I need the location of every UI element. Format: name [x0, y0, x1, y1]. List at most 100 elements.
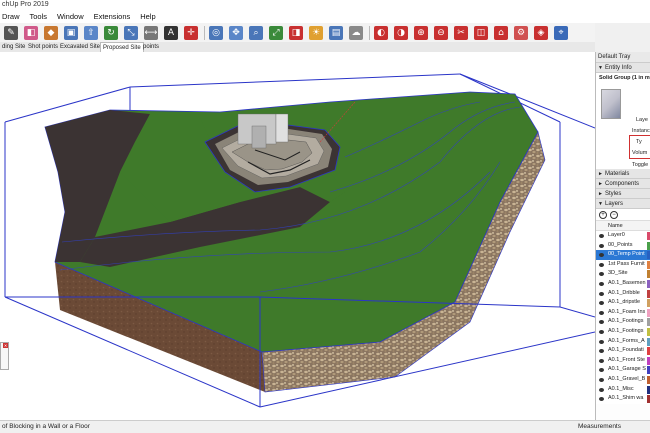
tab-scene-5[interactable]: points	[141, 42, 161, 52]
warehouse-icon[interactable]: ⌂	[494, 26, 508, 40]
layer-name: 00_Points	[608, 241, 633, 248]
layers-list: Layer0 00_Points 00_Temp Point 1st Pass Fur…	[596, 231, 650, 404]
zoom-icon[interactable]: ⌕	[249, 26, 263, 40]
close-icon[interactable]: ✕	[3, 343, 8, 348]
layer-row[interactable]: A0.1_dripstle	[596, 298, 650, 308]
subtract-icon[interactable]: ⊖	[434, 26, 448, 40]
menu-tools[interactable]: Tools	[29, 10, 47, 23]
layer-row[interactable]: A0.1_Gravel_B	[596, 374, 650, 385]
visibility-eye-icon[interactable]	[599, 272, 604, 277]
tab-scene-3[interactable]: Excavated Site	[58, 42, 102, 52]
layer-row[interactable]: A0.1_Foam Ins	[596, 307, 650, 318]
layer-row[interactable]: A0.1_Foundati	[596, 346, 650, 356]
outer-shell-icon[interactable]: ◐	[374, 26, 388, 40]
material-thumbnail[interactable]	[601, 89, 621, 119]
tab-scene-1[interactable]: ding Site	[0, 42, 27, 52]
split-icon[interactable]: ◫	[474, 26, 488, 40]
section-entity-info[interactable]: ▼ Entity Info	[596, 63, 650, 73]
menu-extensions[interactable]: Extensions	[94, 10, 131, 23]
tape-icon[interactable]: ⟷	[144, 26, 158, 40]
push-pull-icon[interactable]: ⇧	[84, 26, 98, 40]
eraser-icon[interactable]: ◧	[24, 26, 38, 40]
layer-row[interactable]: A0.1_Misc	[596, 384, 650, 395]
layer-name: A0.1_Garage S	[608, 366, 646, 373]
section-materials[interactable]: ► Materials	[596, 169, 650, 179]
menu-help[interactable]: Help	[140, 10, 155, 23]
pencil-icon[interactable]: ✎	[4, 26, 18, 40]
visibility-eye-icon[interactable]	[599, 234, 604, 238]
paint-icon[interactable]: ◆	[44, 26, 58, 40]
tab-scene-2[interactable]: Shot points	[26, 42, 60, 52]
section-layers[interactable]: ▼ Layers	[596, 199, 650, 209]
fog-icon[interactable]: ☁	[349, 26, 363, 40]
measurements-box[interactable]: Measurements	[572, 420, 650, 433]
layer-name: A0.1_Shim wa	[608, 395, 644, 402]
visibility-eye-icon[interactable]	[599, 262, 604, 267]
toolbar-separator	[369, 26, 370, 40]
visibility-eye-icon[interactable]	[599, 243, 604, 248]
rotate-icon[interactable]: ↻	[104, 26, 118, 40]
visibility-eye-icon[interactable]	[599, 329, 604, 334]
orbit-icon[interactable]: ◎	[209, 26, 223, 40]
layer-row[interactable]: A0.1_Garage S	[596, 365, 650, 375]
union-icon[interactable]: ⊕	[414, 26, 428, 40]
field-layer: Laye	[636, 117, 648, 123]
style-icon[interactable]: ▤	[329, 26, 343, 40]
menu-draw[interactable]: Draw	[2, 10, 20, 23]
text-icon[interactable]: A	[164, 26, 178, 40]
layer-row[interactable]: 3D_Site	[596, 269, 650, 279]
add-layer-icon[interactable]: +	[599, 211, 607, 219]
cube-icon[interactable]: ▣	[64, 26, 78, 40]
tab-scene-4[interactable]: Proposed Site	[100, 42, 144, 52]
remove-layer-icon[interactable]: −	[610, 211, 618, 219]
layer-row[interactable]: Layer0	[596, 231, 650, 241]
floating-panel[interactable]: ✕	[0, 342, 9, 370]
layer-name: A0.1_Misc	[608, 385, 634, 392]
visibility-eye-icon[interactable]	[599, 310, 604, 315]
zoom-extents-icon[interactable]: ⤢	[269, 26, 283, 40]
layer-row[interactable]: A0.1_Basemen	[596, 278, 650, 289]
extension-icon[interactable]: ⚙	[514, 26, 528, 40]
visibility-eye-icon[interactable]	[599, 320, 604, 325]
layer-row[interactable]: A0.1_Dribble	[596, 288, 650, 299]
layer-row[interactable]: A0.1_Footings	[596, 317, 650, 327]
layer-row[interactable]: A0.1_Shim wa	[596, 394, 650, 404]
visibility-eye-icon[interactable]	[599, 301, 604, 306]
visibility-eye-icon[interactable]	[599, 291, 604, 296]
section-icon[interactable]: ◨	[289, 26, 303, 40]
section-styles[interactable]: ► Styles	[596, 189, 650, 199]
scale-icon[interactable]: ⤡	[124, 26, 138, 40]
layer-name: A0.1_Front Ste	[608, 356, 645, 363]
visibility-eye-icon[interactable]	[599, 253, 604, 258]
visibility-eye-icon[interactable]	[599, 397, 604, 402]
visibility-eye-icon[interactable]	[599, 387, 604, 392]
visibility-eye-icon[interactable]	[599, 368, 604, 373]
model-viewport[interactable]	[0, 52, 595, 420]
menu-window[interactable]: Window	[57, 10, 84, 23]
layer-row[interactable]: 1st Pass Furnit	[596, 259, 650, 270]
visibility-eye-icon[interactable]	[599, 349, 604, 354]
visibility-eye-icon[interactable]	[599, 339, 604, 344]
visibility-eye-icon[interactable]	[599, 358, 604, 363]
layer-row[interactable]: 00_Temp Point	[596, 250, 650, 260]
layer-row[interactable]: A0.1_Front Ste	[596, 355, 650, 366]
layers-toolbar: + −	[596, 209, 650, 221]
ruby-icon[interactable]: ◈	[534, 26, 548, 40]
pan-icon[interactable]: ✥	[229, 26, 243, 40]
intersect-icon[interactable]: ◑	[394, 26, 408, 40]
field-toggle: Toggle	[632, 162, 649, 168]
section-components[interactable]: ► Components	[596, 179, 650, 189]
axes-icon[interactable]: ✛	[184, 26, 198, 40]
trim-icon[interactable]: ✂	[454, 26, 468, 40]
highlight-box	[629, 135, 650, 159]
entity-info-panel: Solid Group (1 in m Laye Instanc Ty Volu…	[596, 73, 650, 169]
layer-row[interactable]: A0.1_Footings	[596, 326, 650, 337]
layers-column-header[interactable]: Name	[596, 221, 650, 231]
layer-row[interactable]: 00_Points	[596, 240, 650, 251]
location-icon[interactable]: ⌖	[554, 26, 568, 40]
visibility-eye-icon[interactable]	[599, 281, 604, 286]
shadow-icon[interactable]: ☀	[309, 26, 323, 40]
layer-row[interactable]: A0.1_Forms_A	[596, 336, 650, 347]
expand-arrow-icon: ▼	[598, 65, 603, 71]
visibility-eye-icon[interactable]	[599, 377, 604, 382]
